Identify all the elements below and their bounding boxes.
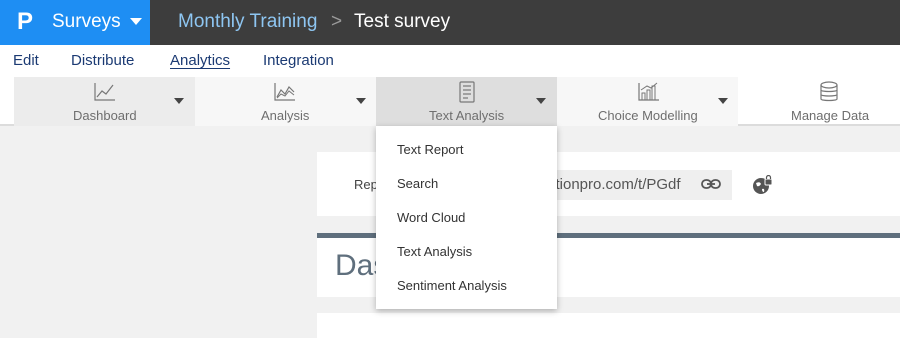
report-link-label: Rep xyxy=(354,177,378,192)
breadcrumb-survey-title: Test survey xyxy=(354,11,451,32)
text-document-icon xyxy=(459,81,475,103)
menu-bar: Edit Distribute Analytics Integration xyxy=(0,45,900,77)
caret-down-icon xyxy=(130,18,142,25)
dropdown-item-text-analysis[interactable]: Text Analysis xyxy=(397,244,472,260)
dropdown-item-text-report[interactable]: Text Report xyxy=(397,142,463,158)
menu-analytics[interactable]: Analytics xyxy=(170,52,230,70)
toolbar-manage-data[interactable]: Manage Data xyxy=(738,77,900,126)
app-name: Surveys xyxy=(52,11,121,32)
menu-integration[interactable]: Integration xyxy=(263,52,334,70)
toolbar-text-analysis-label: Text Analysis xyxy=(429,108,505,123)
analytics-toolbar: Dashboard Analysis Text Analysis Choice … xyxy=(0,77,900,126)
link-icon[interactable] xyxy=(701,176,721,192)
toolbar-choice-modelling-label: Choice Modelling xyxy=(598,108,698,123)
toolbar-analysis[interactable]: Analysis xyxy=(195,77,376,126)
dashboard-caret-icon[interactable] xyxy=(174,98,184,104)
breadcrumb-folder-link[interactable]: Monthly Training xyxy=(178,10,317,34)
area-chart-icon xyxy=(274,83,295,101)
toolbar-analysis-label: Analysis xyxy=(261,108,310,123)
bar-chart-icon xyxy=(638,82,659,101)
app-logo: P xyxy=(17,8,34,35)
surveys-menu-button[interactable]: P Surveys xyxy=(0,0,150,45)
toolbar-dashboard-label: Dashboard xyxy=(73,108,137,123)
toolbar-text-analysis[interactable]: Text Analysis xyxy=(376,77,557,126)
database-icon xyxy=(820,81,838,102)
menu-distribute[interactable]: Distribute xyxy=(71,52,134,70)
toolbar-dashboard[interactable]: Dashboard xyxy=(14,77,195,126)
toolbar-manage-data-label: Manage Data xyxy=(791,108,870,123)
toolbar-choice-modelling[interactable]: Choice Modelling xyxy=(557,77,738,126)
dropdown-item-word-cloud[interactable]: Word Cloud xyxy=(397,210,465,226)
report-url-text[interactable]: stionpro.com/t/PGdf xyxy=(548,176,681,194)
text-analysis-caret-icon[interactable] xyxy=(536,98,546,104)
breadcrumb-separator: > xyxy=(331,11,343,32)
top-bar: P Surveys Monthly Training > Test survey xyxy=(0,0,900,45)
text-analysis-dropdown: Text Report Search Word Cloud Text Analy… xyxy=(376,126,557,309)
dropdown-item-search[interactable]: Search xyxy=(397,176,438,192)
content-card xyxy=(317,313,900,338)
choice-modelling-caret-icon[interactable] xyxy=(718,98,728,104)
dropdown-item-sentiment-analysis[interactable]: Sentiment Analysis xyxy=(397,278,507,294)
globe-lock-icon[interactable] xyxy=(751,175,773,197)
analysis-caret-icon[interactable] xyxy=(356,98,366,104)
line-chart-icon xyxy=(94,83,115,101)
menu-edit[interactable]: Edit xyxy=(13,52,39,70)
